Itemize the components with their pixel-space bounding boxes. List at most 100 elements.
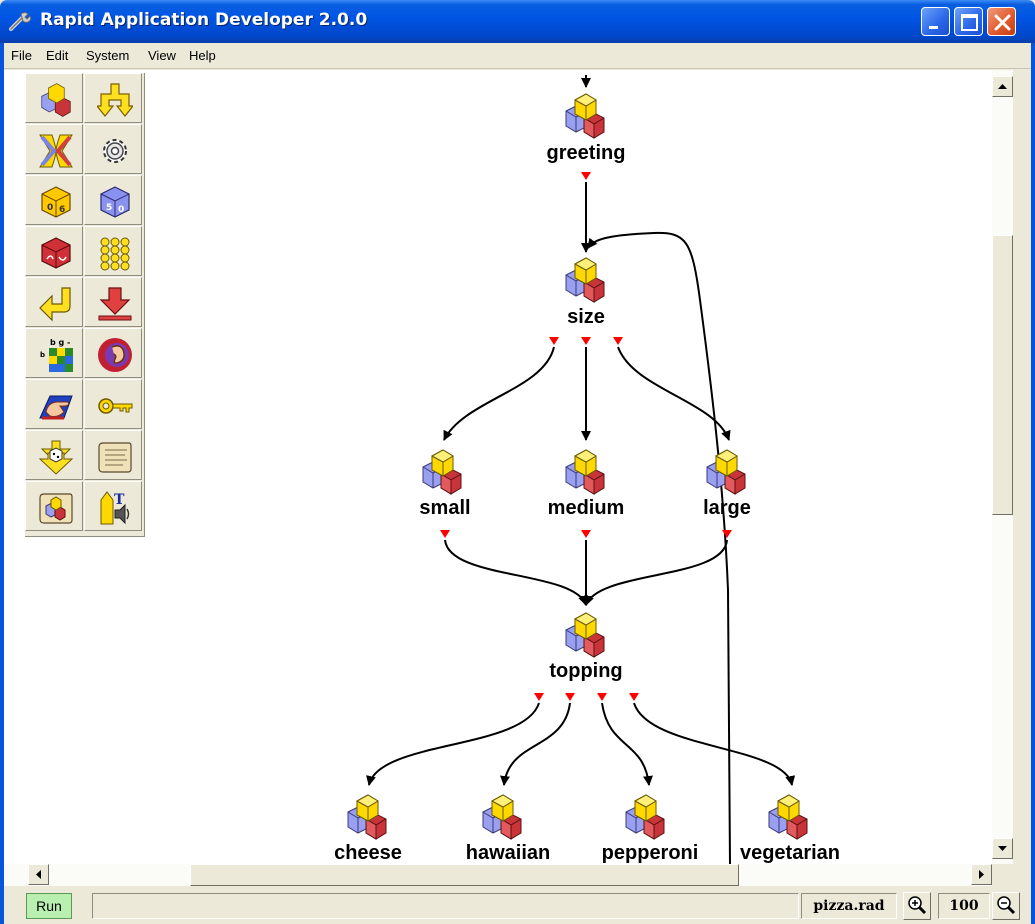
port-topping-1[interactable] (534, 693, 544, 701)
palette-speech-button[interactable]: T (84, 481, 142, 531)
menu-help[interactable]: Help (189, 48, 216, 63)
close-button[interactable] (987, 7, 1016, 36)
yellow-dice-icon: 0 6 (41, 186, 71, 218)
vertical-scroll-thumb[interactable] (992, 235, 1013, 515)
scroll-icon (98, 442, 132, 473)
horizontal-scroll-thumb[interactable] (190, 864, 739, 886)
palette-random-button[interactable] (25, 430, 83, 480)
arrow-left-icon (36, 870, 41, 879)
palette-object-button[interactable] (25, 73, 83, 123)
palette-settings-button[interactable] (84, 124, 142, 174)
edge-small-topping (444, 539, 588, 606)
zoom-out-icon (997, 896, 1016, 915)
node-icon-vegetarian[interactable] (768, 794, 808, 840)
port-topping-3[interactable] (597, 693, 607, 701)
palette-down-arrow-button[interactable] (84, 277, 142, 327)
svg-text:0: 0 (118, 205, 124, 215)
port-size-2[interactable] (581, 337, 591, 345)
palette-script-object-button[interactable] (25, 481, 83, 531)
port-size-3[interactable] (613, 337, 623, 345)
ear-icon (98, 338, 132, 372)
node-icon-greeting[interactable] (565, 93, 605, 139)
svg-text:0: 0 (47, 203, 53, 213)
node-label-medium[interactable]: medium (548, 497, 625, 520)
yellow-keypad-icon (100, 237, 130, 271)
node-label-large[interactable]: large (703, 497, 751, 520)
node-icon-cheese[interactable] (347, 794, 387, 840)
palette-merge-button[interactable] (25, 124, 83, 174)
node-icon-small[interactable] (422, 449, 462, 495)
palette-script-button[interactable] (84, 430, 142, 480)
svg-text:b: b (40, 351, 45, 359)
red-down-arrow-icon (98, 287, 132, 321)
port-size-1[interactable] (549, 337, 559, 345)
merge-arrows-icon (39, 134, 73, 168)
node-label-vegetarian[interactable]: vegetarian (740, 842, 840, 864)
node-icon-medium[interactable] (565, 449, 605, 495)
port-topping-4[interactable] (629, 693, 639, 701)
menu-view[interactable]: View (148, 48, 176, 63)
palette-hand-button[interactable] (25, 379, 83, 429)
palette-yellow-dice-button[interactable]: 0 6 (25, 175, 83, 225)
svg-text:T: T (114, 492, 125, 508)
node-label-cheese[interactable]: cheese (334, 842, 402, 864)
palette-red-dice-button[interactable] (25, 226, 83, 276)
node-label-hawaiian[interactable]: hawaiian (466, 842, 550, 864)
maximize-button[interactable] (954, 7, 983, 36)
pencil-speaker-icon: T (100, 491, 130, 525)
node-label-topping[interactable]: topping (549, 660, 622, 683)
zoom-in-button[interactable] (903, 892, 931, 920)
yellow-fork-arrow-icon (97, 83, 133, 117)
port-medium[interactable] (581, 530, 591, 538)
title-bar[interactable]: Rapid Application Developer 2.0.0 (0, 0, 1035, 43)
flow-diagram (347, 75, 808, 864)
node-label-greeting[interactable]: greeting (547, 142, 626, 165)
vertical-scrollbar[interactable] (992, 70, 1013, 864)
window-border-right (1031, 43, 1035, 924)
scrollbar-corner (992, 864, 1013, 886)
scroll-left-button[interactable] (28, 864, 49, 885)
svg-text:b g -: b g - (50, 338, 70, 347)
port-large[interactable] (722, 530, 732, 538)
palette-return-button[interactable] (25, 277, 83, 327)
palette-key-button[interactable] (84, 379, 142, 429)
palette-listen-button[interactable] (84, 328, 142, 378)
scroll-right-button[interactable] (971, 864, 992, 885)
menu-bar: File Edit System View Help (0, 43, 1035, 69)
palette-keypad-button[interactable] (84, 226, 142, 276)
horizontal-scrollbar[interactable] (4, 864, 1013, 886)
maximize-icon (961, 14, 978, 31)
zoom-level[interactable]: 100 (938, 893, 990, 919)
window-title: Rapid Application Developer 2.0.0 (40, 10, 368, 30)
arrow-up-icon (998, 84, 1007, 89)
blue-dice-icon: 5 0 (100, 186, 130, 218)
palette-blue-dice-button[interactable]: 5 0 (84, 175, 142, 225)
palette-grid-button[interactable]: b g - b (25, 328, 83, 378)
node-icon-size[interactable] (565, 257, 605, 303)
menu-edit[interactable]: Edit (46, 48, 68, 63)
status-message (92, 893, 799, 919)
node-icon-hawaiian[interactable] (482, 794, 522, 840)
diagram-canvas[interactable]: greeting size small medium large topping… (4, 70, 1013, 864)
port-greeting[interactable] (581, 172, 591, 180)
menu-file[interactable]: File (11, 48, 32, 63)
zoom-in-icon (908, 896, 927, 915)
edge-vegetarian-size (587, 231, 731, 864)
run-button[interactable]: Run (26, 893, 72, 919)
node-icon-large[interactable] (706, 449, 746, 495)
node-label-pepperoni[interactable]: pepperoni (602, 842, 699, 864)
return-arrow-icon (39, 287, 71, 322)
palette-fork-button[interactable] (84, 73, 142, 123)
minimize-button[interactable] (921, 7, 950, 36)
node-icon-topping[interactable] (565, 612, 605, 658)
port-small[interactable] (440, 530, 450, 538)
zoom-out-button[interactable] (992, 892, 1020, 920)
node-icon-pepperoni[interactable] (625, 794, 665, 840)
node-label-size[interactable]: size (567, 306, 605, 329)
port-topping-2[interactable] (565, 693, 575, 701)
svg-text:6: 6 (59, 205, 65, 215)
scroll-up-button[interactable] (992, 76, 1013, 97)
menu-system[interactable]: System (86, 48, 129, 63)
node-label-small[interactable]: small (419, 497, 470, 520)
scroll-down-button[interactable] (992, 838, 1013, 859)
